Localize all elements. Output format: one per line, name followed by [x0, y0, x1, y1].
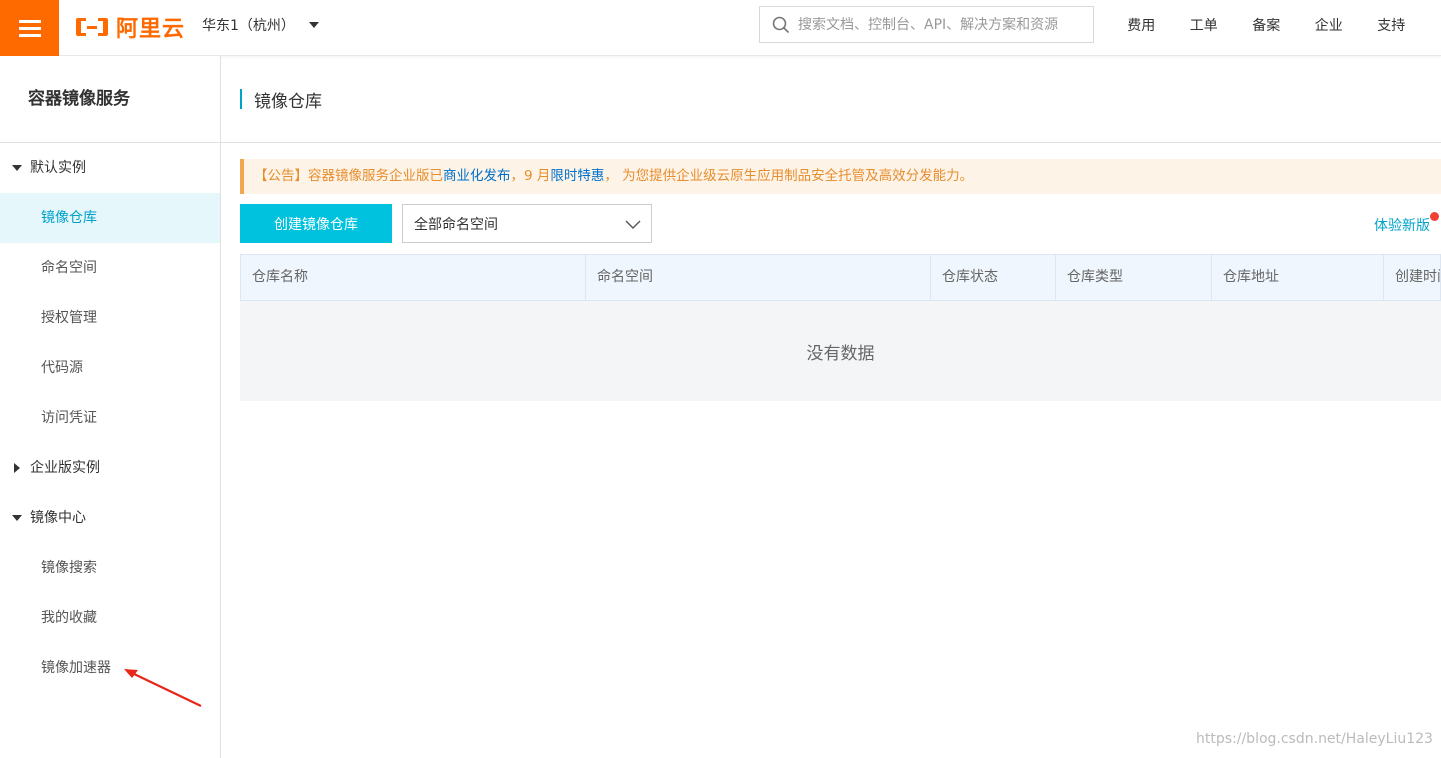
- sidebar-group-image-center[interactable]: 镜像中心: [0, 493, 220, 543]
- expand-down-icon: [12, 515, 22, 521]
- sidebar-group-label: 默认实例: [30, 160, 86, 176]
- column-header-repo-address: 仓库地址: [1212, 255, 1384, 300]
- top-nav: 费用 工单 备案 企业 支持: [1110, 15, 1423, 35]
- sidebar-item-favorites[interactable]: 我的收藏: [0, 593, 220, 643]
- notice-mid: ，9 月: [510, 168, 551, 184]
- sidebar-item-image-search[interactable]: 镜像搜索: [0, 543, 220, 593]
- namespace-select[interactable]: 全部命名空间: [402, 204, 652, 243]
- repository-table: 仓库名称 命名空间 仓库状态 仓库类型 仓库地址 创建时间 没有数据: [240, 254, 1441, 401]
- sidebar-group-enterprise-instance[interactable]: 企业版实例: [0, 443, 220, 493]
- top-nav-billing[interactable]: 费用: [1110, 15, 1173, 35]
- caret-down-icon: [308, 22, 319, 28]
- top-nav-tickets[interactable]: 工单: [1173, 15, 1236, 35]
- namespace-select-value: 全部命名空间: [414, 216, 498, 233]
- create-repository-button[interactable]: 创建镜像仓库: [240, 204, 392, 243]
- try-new-version-link[interactable]: 体验新版: [1374, 215, 1430, 235]
- region-label: 华东1（杭州）: [202, 18, 295, 34]
- logo-text: 阿里云: [116, 17, 186, 42]
- aliyun-logo[interactable]: 阿里云: [74, 12, 185, 42]
- notice-prefix: 【公告】容器镜像服务企业版已: [254, 168, 443, 184]
- empty-state-text: 没有数据: [806, 343, 875, 364]
- sidebar-item-repositories[interactable]: 镜像仓库: [0, 193, 220, 243]
- table-body: 没有数据: [240, 301, 1441, 401]
- top-nav-support[interactable]: 支持: [1360, 15, 1423, 35]
- top-bar: 阿里云 华东1（杭州） 费用 工单 备案 企业 支持: [0, 0, 1441, 56]
- global-search[interactable]: [759, 6, 1094, 43]
- sidebar-item-access-credentials[interactable]: 访问凭证: [0, 393, 220, 443]
- notice-link-commercial-release[interactable]: 商业化发布: [443, 168, 511, 184]
- sidebar-group-default-instance[interactable]: 默认实例: [0, 143, 220, 193]
- column-header-repo-type: 仓库类型: [1056, 255, 1212, 300]
- column-header-namespace: 命名空间: [586, 255, 931, 300]
- aliyun-logo-icon: [76, 18, 108, 36]
- expand-down-icon: [12, 165, 22, 171]
- main-content: 镜像仓库 【公告】容器镜像服务企业版已商业化发布，9 月限时特惠， 为您提供企业…: [221, 56, 1441, 758]
- page-title: 镜像仓库: [254, 92, 322, 112]
- menu-icon: [18, 20, 41, 37]
- search-icon: [772, 16, 790, 33]
- column-header-created-time: 创建时间: [1395, 269, 1440, 285]
- notice-suffix: ， 为您提供企业级云原生应用制品安全托管及高效分发能力。: [604, 168, 974, 184]
- new-badge-dot: [1430, 212, 1439, 221]
- watermark-text: https://blog.csdn.net/HaleyLiu123: [1196, 731, 1433, 747]
- column-header-repo-status: 仓库状态: [931, 255, 1056, 300]
- sidebar: 容器镜像服务 默认实例 镜像仓库 命名空间 授权管理 代码源 访问凭证 企业版实…: [0, 56, 221, 758]
- search-input[interactable]: [798, 16, 1088, 33]
- announcement-banner: 【公告】容器镜像服务企业版已商业化发布，9 月限时特惠， 为您提供企业级云原生应…: [240, 159, 1441, 194]
- hamburger-menu-button[interactable]: [0, 0, 59, 56]
- notice-link-limited-offer[interactable]: 限时特惠: [550, 168, 604, 184]
- top-nav-enterprise[interactable]: 企业: [1298, 15, 1361, 35]
- title-accent-bar: [240, 89, 242, 109]
- chevron-down-icon: [625, 220, 641, 229]
- table-header: 仓库名称 命名空间 仓库状态 仓库类型 仓库地址 创建时间: [240, 254, 1441, 301]
- sidebar-group-label: 镜像中心: [30, 510, 86, 526]
- sidebar-group-label: 企业版实例: [30, 460, 100, 476]
- sidebar-item-namespaces[interactable]: 命名空间: [0, 243, 220, 293]
- expand-right-icon: [14, 463, 20, 473]
- sidebar-item-authorization[interactable]: 授权管理: [0, 293, 220, 343]
- annotation-arrow: [124, 669, 202, 707]
- column-header-repo-name: 仓库名称: [241, 255, 586, 300]
- page-header: 镜像仓库: [221, 56, 1441, 143]
- sidebar-item-code-source[interactable]: 代码源: [0, 343, 220, 393]
- region-selector[interactable]: 华东1（杭州）: [202, 15, 319, 35]
- top-nav-icp-filing[interactable]: 备案: [1235, 15, 1298, 35]
- sidebar-title: 容器镜像服务: [0, 56, 220, 143]
